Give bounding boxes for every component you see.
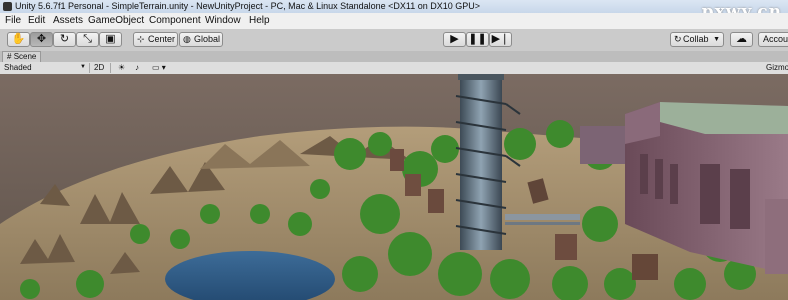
divider xyxy=(89,63,90,73)
menu-assets[interactable]: Assets xyxy=(53,13,83,28)
menu-bar: File Edit Assets GameObject Component Wi… xyxy=(0,13,788,30)
mode-2d-toggle[interactable]: 2D xyxy=(94,62,104,73)
step-icon: ▶❘ xyxy=(491,33,510,45)
scene-tab-bar: # Scene xyxy=(0,51,788,62)
collab-label: Collab xyxy=(683,34,709,44)
tab-scene[interactable]: # Scene xyxy=(2,51,42,62)
pause-icon: ❚❚ xyxy=(468,33,487,45)
hand-tool-button[interactable]: ✋ xyxy=(7,32,30,47)
window-titlebar: Unity 5.6.7f1 Personal - SimpleTerrain.u… xyxy=(0,0,788,22)
rect-icon: ▣ xyxy=(105,33,116,45)
pipe xyxy=(505,214,580,220)
pivot-icon: ⊹ xyxy=(137,34,145,44)
menu-file[interactable]: File xyxy=(5,13,21,28)
gizmos-dropdown[interactable]: Gizmo xyxy=(766,62,788,73)
menu-edit[interactable]: Edit xyxy=(28,13,45,28)
play-button[interactable]: ▶ xyxy=(443,32,466,47)
space-global-label: Global xyxy=(194,34,221,44)
play-icon: ▶ xyxy=(450,33,459,45)
unity-app-icon xyxy=(3,2,12,11)
pause-button[interactable]: ❚❚ xyxy=(466,32,489,47)
menu-gameobject[interactable]: GameObject xyxy=(88,13,144,28)
space-global-toggle[interactable]: ◍ Global xyxy=(179,32,223,47)
main-toolbar: ✋ ✥ ↻ ⤡ ▣ ⊹ Center ◍ Global ▶ ❚❚ ▶❘ ↻ Co… xyxy=(0,29,788,52)
effects-dropdown-icon[interactable]: ▭ ▾ xyxy=(152,62,166,73)
step-button[interactable]: ▶❘ xyxy=(489,32,512,47)
scene-viewport[interactable] xyxy=(0,74,788,300)
menu-component[interactable]: Component xyxy=(149,13,201,28)
audio-toggle-icon[interactable]: ♪ xyxy=(135,62,139,73)
rect-tool-button[interactable]: ▣ xyxy=(99,32,122,47)
menu-window[interactable]: Window xyxy=(205,13,241,28)
menu-help[interactable]: Help xyxy=(249,13,270,28)
pivot-center-label: Center xyxy=(148,34,176,44)
lighting-toggle-icon[interactable]: ☀ xyxy=(118,62,125,73)
move-tool-button[interactable]: ✥ xyxy=(30,32,53,47)
cloud-services-button[interactable]: ☁ xyxy=(730,32,753,47)
scene-tab-label: Scene xyxy=(13,52,37,61)
scale-icon: ⤡ xyxy=(83,33,92,45)
scene-tab-icon: # xyxy=(7,52,12,61)
rotate-tool-button[interactable]: ↻ xyxy=(53,32,76,47)
collab-button[interactable]: ↻ Collab ▼ xyxy=(670,32,724,47)
rotate-icon: ↻ xyxy=(59,33,70,45)
chevron-down-icon: ▼ xyxy=(713,36,720,43)
hand-icon: ✋ xyxy=(11,33,26,45)
collab-icon: ↻ xyxy=(674,34,682,44)
chevron-down-icon: ▼ xyxy=(80,64,86,70)
move-arrows-icon: ✥ xyxy=(36,33,47,45)
pipe-rail xyxy=(505,222,580,225)
account-dropdown[interactable]: Accou xyxy=(758,32,788,47)
window-title: Unity 5.6.7f1 Personal - SimpleTerrain.u… xyxy=(15,1,481,11)
account-label: Accou xyxy=(763,34,788,44)
scale-tool-button[interactable]: ⤡ xyxy=(76,32,99,47)
globe-icon: ◍ xyxy=(183,34,191,44)
shading-mode-label: Shaded xyxy=(4,63,32,72)
pivot-center-toggle[interactable]: ⊹ Center xyxy=(133,32,178,47)
divider xyxy=(110,63,111,73)
cloud-icon: ☁ xyxy=(736,33,747,45)
scene-render xyxy=(0,74,788,300)
shading-mode-dropdown[interactable]: Shaded ▼ xyxy=(4,62,86,73)
